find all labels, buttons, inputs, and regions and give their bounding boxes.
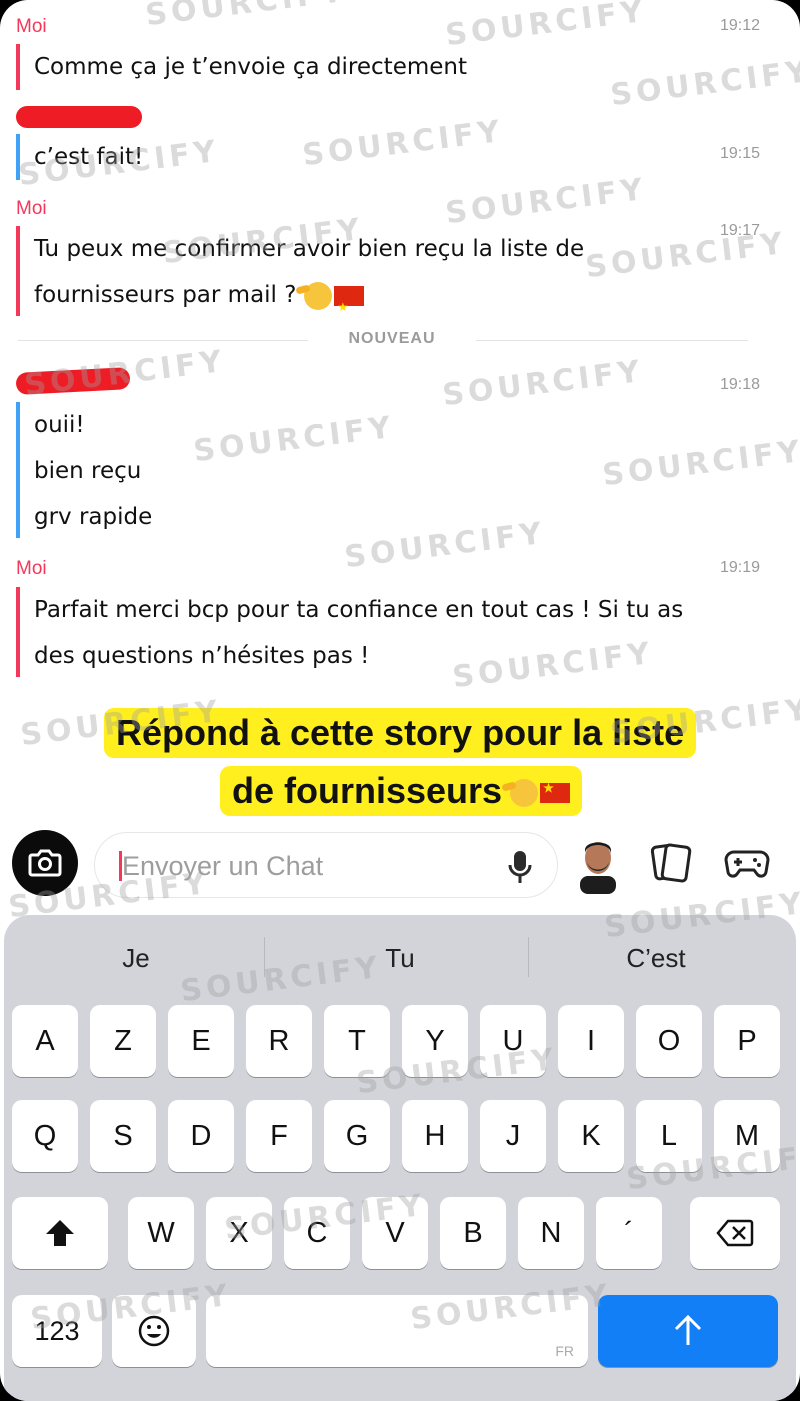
- watermark: SOURCIFY: [143, 0, 349, 34]
- message-line: bien reçu: [34, 458, 142, 484]
- redacted-sender-name: [16, 106, 142, 128]
- key-f[interactable]: F: [246, 1100, 312, 1172]
- key-u[interactable]: U: [480, 1005, 546, 1077]
- key-g[interactable]: G: [324, 1100, 390, 1172]
- salute-emoji: [510, 779, 539, 808]
- new-messages-divider: NOUVEAU: [0, 330, 800, 358]
- message-time: 19:17: [719, 222, 760, 239]
- key-m[interactable]: M: [714, 1100, 780, 1172]
- key-h[interactable]: H: [402, 1100, 468, 1172]
- chat-screen: Moi 19:12 Comme ça je t’envoie ça direct…: [0, 0, 800, 1401]
- message-time: 19:12: [719, 17, 760, 34]
- key-accent[interactable]: ´: [596, 1197, 662, 1269]
- message-time: 19:18: [719, 376, 760, 393]
- message-line-text: fournisseurs par mail ?: [34, 282, 297, 308]
- message-line: des questions n’hésites pas !: [34, 643, 370, 669]
- story-banner-line-2: de fournisseurs: [220, 766, 583, 816]
- message-bubble: Comme ça je t’envoie ça directement: [16, 44, 467, 90]
- shift-icon: [46, 1220, 74, 1246]
- suggestion-bar: Je Tu C’est: [4, 915, 796, 1001]
- space-key[interactable]: FR: [206, 1295, 588, 1367]
- key-r[interactable]: R: [246, 1005, 312, 1077]
- sender-label: Moi: [16, 198, 47, 219]
- message-line-with-emoji: fournisseurs par mail ?: [34, 272, 584, 330]
- numbers-key[interactable]: 123: [12, 1295, 102, 1367]
- story-banner-text: de fournisseurs: [232, 770, 503, 811]
- emoji-key[interactable]: [112, 1295, 196, 1367]
- key-v[interactable]: V: [362, 1197, 428, 1269]
- watermark: SOURCIFY: [443, 0, 649, 54]
- key-x[interactable]: X: [206, 1197, 272, 1269]
- key-t[interactable]: T: [324, 1005, 390, 1077]
- backspace-icon: [716, 1219, 754, 1247]
- key-y[interactable]: Y: [402, 1005, 468, 1077]
- message-bubble: ouii! bien reçu grv rapide: [16, 402, 152, 538]
- camera-icon: [28, 849, 62, 877]
- watermark: SOURCIFY: [342, 515, 548, 576]
- sender-label: Moi: [16, 16, 47, 37]
- suggestion-3[interactable]: C’est: [524, 943, 788, 974]
- key-e[interactable]: E: [168, 1005, 234, 1077]
- camera-button[interactable]: [12, 830, 78, 896]
- key-i[interactable]: I: [558, 1005, 624, 1077]
- send-key[interactable]: [598, 1295, 778, 1367]
- chat-input[interactable]: Envoyer un Chat: [94, 832, 558, 898]
- watermark: SOURCIFY: [443, 171, 649, 232]
- bitmoji-avatar[interactable]: [574, 836, 622, 894]
- divider-label: NOUVEAU: [348, 330, 436, 347]
- cards-icon[interactable]: [650, 840, 692, 886]
- message-time: 19:15: [719, 145, 760, 162]
- watermark: SOURCIFY: [608, 53, 800, 114]
- key-s[interactable]: S: [90, 1100, 156, 1172]
- key-p[interactable]: P: [714, 1005, 780, 1077]
- key-c[interactable]: C: [284, 1197, 350, 1269]
- message-bubble: Parfait merci bcp pour ta confiance en t…: [16, 587, 683, 677]
- message-line: ouii!: [34, 412, 85, 438]
- china-flag-emoji: [540, 781, 571, 804]
- key-b[interactable]: B: [440, 1197, 506, 1269]
- message-line: Parfait merci bcp pour ta confiance en t…: [34, 597, 684, 623]
- chat-input-placeholder: Envoyer un Chat: [122, 851, 324, 881]
- message-bubble: c’est fait!: [16, 134, 143, 180]
- key-a[interactable]: A: [12, 1005, 78, 1077]
- story-banner-line-1: Répond à cette story pour la liste: [104, 708, 697, 758]
- key-z[interactable]: Z: [90, 1005, 156, 1077]
- message-bubble: Tu peux me confirmer avoir bien reçu la …: [16, 226, 585, 330]
- suggestion-2[interactable]: Tu: [268, 943, 532, 974]
- key-q[interactable]: Q: [12, 1100, 78, 1172]
- emoji-icon: [138, 1315, 170, 1347]
- backspace-key[interactable]: [690, 1197, 780, 1269]
- china-flag-emoji: [334, 284, 365, 330]
- message-line: Comme ça je t’envoie ça directement: [34, 54, 468, 80]
- message-line: c’est fait!: [34, 144, 144, 170]
- microphone-icon[interactable]: [507, 849, 533, 885]
- keyboard: Je Tu C’est A Z E R T Y U I O P Q S D F …: [4, 915, 796, 1401]
- watermark: SOURCIFY: [440, 353, 646, 414]
- key-o[interactable]: O: [636, 1005, 702, 1077]
- message-line: Tu peux me confirmer avoir bien reçu la …: [34, 236, 585, 262]
- suggestion-1[interactable]: Je: [4, 943, 268, 974]
- watermark: SOURCIFY: [191, 409, 397, 470]
- salute-emoji: [304, 281, 333, 310]
- key-n[interactable]: N: [518, 1197, 584, 1269]
- key-w[interactable]: W: [128, 1197, 194, 1269]
- key-l[interactable]: L: [636, 1100, 702, 1172]
- keyboard-language: FR: [555, 1343, 574, 1359]
- redacted-sender-name: [15, 367, 131, 395]
- send-arrow-icon: [674, 1314, 702, 1345]
- shift-key[interactable]: [12, 1197, 108, 1269]
- key-j[interactable]: J: [480, 1100, 546, 1172]
- message-time: 19:19: [719, 559, 760, 576]
- game-controller-icon[interactable]: [724, 844, 770, 882]
- key-d[interactable]: D: [168, 1100, 234, 1172]
- sender-label: Moi: [16, 558, 47, 579]
- message-line: grv rapide: [34, 504, 153, 530]
- watermark: SOURCIFY: [300, 113, 506, 174]
- key-k[interactable]: K: [558, 1100, 624, 1172]
- watermark: SOURCIFY: [600, 433, 800, 494]
